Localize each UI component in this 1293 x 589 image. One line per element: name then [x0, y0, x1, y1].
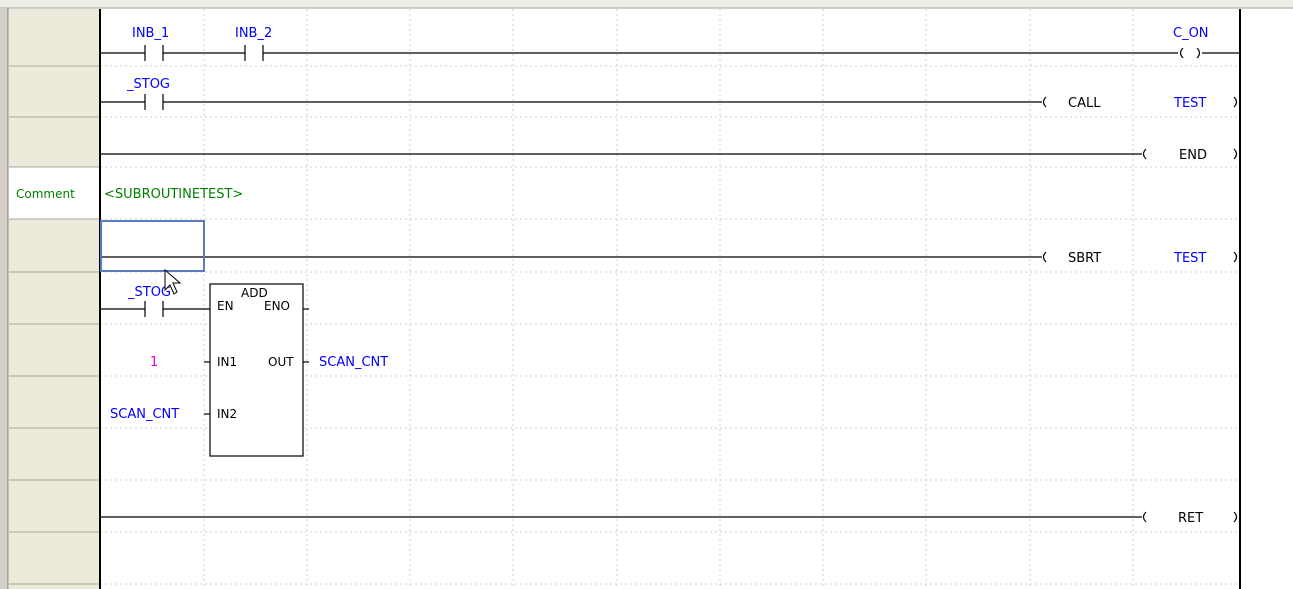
add-function-block[interactable]: ADD EN ENO IN1 OUT IN2 [204, 283, 309, 457]
call-instruction: CALL [1068, 96, 1101, 111]
left-frame [0, 8, 8, 589]
ret-instruction: RET [1178, 511, 1203, 526]
coil-c-on-label: C_ON [1173, 26, 1209, 41]
contact-stog2-label: _STOG [127, 285, 171, 300]
pin-out: OUT [268, 355, 294, 369]
comment-margin-label: Comment [16, 187, 75, 201]
row-margin [9, 9, 99, 589]
comment-row[interactable]: Comment <SUBROUTINETEST> [16, 187, 243, 202]
in1-constant: 1 [150, 355, 158, 370]
pin-in1: IN1 [217, 355, 237, 369]
out-variable: SCAN_CNT [319, 355, 388, 370]
add-block-name: ADD [241, 286, 268, 300]
pin-eno: ENO [264, 299, 290, 313]
sbrt-instruction: SBRT [1068, 251, 1101, 266]
contact-inb1-label: INB_1 [132, 26, 169, 41]
sbrt-operand: TEST [1173, 251, 1206, 266]
comment-text: <SUBROUTINETEST> [104, 187, 243, 202]
pin-in2: IN2 [217, 407, 237, 421]
ladder-editor[interactable]: INB_1 INB_2 C_ON _STOG CALL TEST END Com… [0, 0, 1293, 589]
call-operand: TEST [1173, 96, 1206, 111]
contact-stog-label: _STOG [126, 77, 170, 92]
end-instruction: END [1179, 148, 1207, 163]
pin-en: EN [217, 299, 234, 313]
contact-inb2-label: INB_2 [235, 26, 272, 41]
in2-variable: SCAN_CNT [110, 407, 179, 422]
